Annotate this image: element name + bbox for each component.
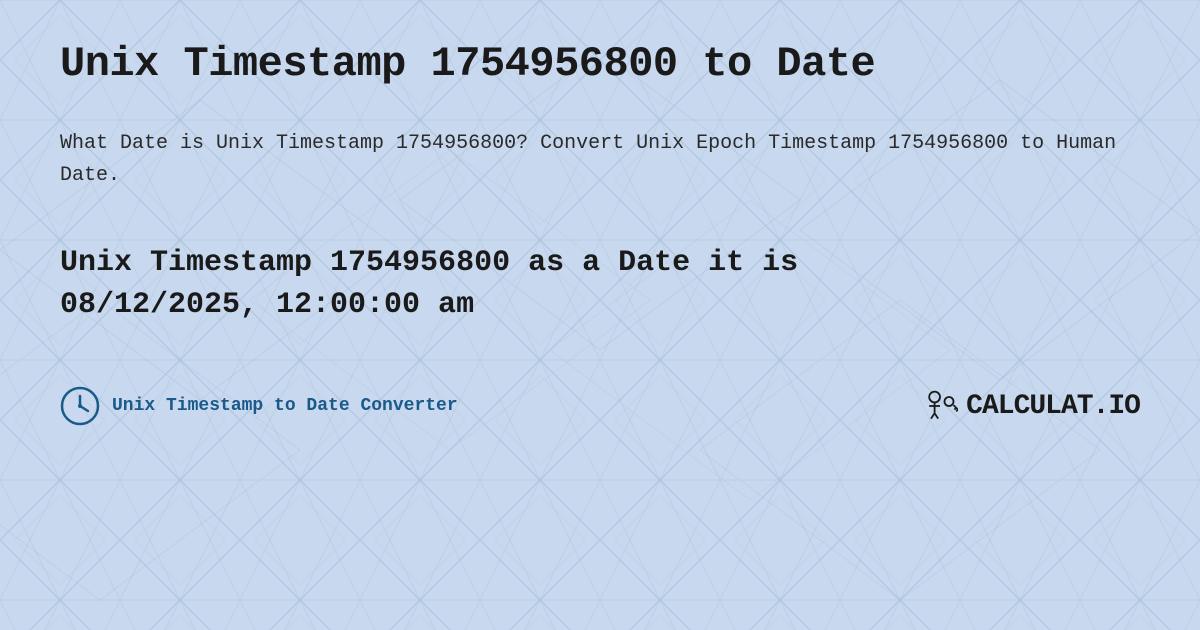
result-section: Unix Timestamp 1754956800 as a Date it i… xyxy=(60,242,1140,326)
clock-icon xyxy=(60,386,100,426)
result-text: Unix Timestamp 1754956800 as a Date it i… xyxy=(60,242,1140,326)
footer-link[interactable]: Unix Timestamp to Date Converter xyxy=(112,396,458,416)
logo-area: CALCULAT.IO xyxy=(922,388,1140,424)
page-title: Unix Timestamp 1754956800 to Date xyxy=(60,40,1140,88)
result-line1: Unix Timestamp 1754956800 as a Date it i… xyxy=(60,246,798,280)
result-line2: 08/12/2025, 12:00:00 am xyxy=(60,288,474,322)
calculat-icon xyxy=(922,388,958,424)
logo-text: CALCULAT.IO xyxy=(966,391,1140,422)
footer: Unix Timestamp to Date Converter CALCULA… xyxy=(60,386,1140,426)
footer-left: Unix Timestamp to Date Converter xyxy=(60,386,458,426)
page-description: What Date is Unix Timestamp 1754956800? … xyxy=(60,128,1140,192)
